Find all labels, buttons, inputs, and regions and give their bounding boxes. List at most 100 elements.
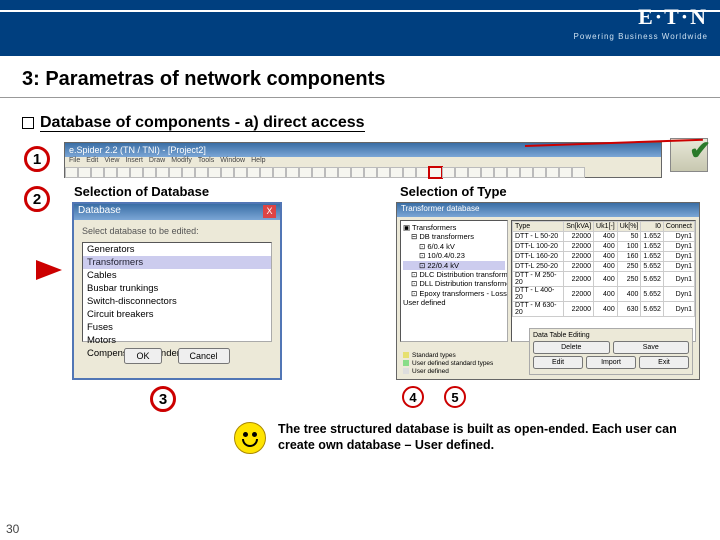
toolbar-icon[interactable] xyxy=(104,167,117,178)
toolbar-icon[interactable] xyxy=(299,167,312,178)
type-grid[interactable]: Type Sn[kVA] Uk1[-] Uk[%] I0 Connect DTT… xyxy=(511,220,696,342)
toolbar-icon[interactable] xyxy=(351,167,364,178)
delete-button[interactable]: Delete xyxy=(533,341,610,354)
toolbar-icon[interactable] xyxy=(455,167,468,178)
toolbar-icon[interactable] xyxy=(247,167,260,178)
save-button[interactable]: Save xyxy=(613,341,690,354)
toolbar-icon[interactable] xyxy=(364,167,377,178)
toolbar-icon[interactable] xyxy=(390,167,403,178)
toolbar-icon[interactable] xyxy=(117,167,130,178)
data-table-editing-panel: Data Table Editing Delete Save Edit Impo… xyxy=(529,328,693,375)
toolbar-icon[interactable] xyxy=(442,167,455,178)
col-header: Connect xyxy=(663,222,694,232)
toolbar-icon[interactable] xyxy=(91,167,104,178)
import-button[interactable]: Import xyxy=(586,356,636,369)
menu-item[interactable]: Draw xyxy=(149,157,165,167)
toolbar-icon[interactable] xyxy=(325,167,338,178)
dialog-titlebar: Database X xyxy=(74,204,280,220)
table-row[interactable]: DTT - M 630-20220004006305.652Dyn1 xyxy=(513,302,695,317)
toolbar-icon[interactable] xyxy=(286,167,299,178)
table-row[interactable]: DTT - M 250-20220004002505.652Dyn1 xyxy=(513,272,695,287)
database-listbox[interactable]: Generators Transformers Cables Busbar tr… xyxy=(82,242,272,342)
menu-item[interactable]: File xyxy=(69,157,80,167)
list-item[interactable]: Circuit breakers xyxy=(83,308,271,321)
table-row[interactable]: DTT - L 50-2022000400501.652Dyn1 xyxy=(513,232,695,242)
toolbar-icon[interactable] xyxy=(546,167,559,178)
exit-button[interactable]: Exit xyxy=(639,356,689,369)
edit-button[interactable]: Edit xyxy=(533,356,583,369)
tree-item[interactable]: User defined xyxy=(403,298,505,307)
menu-item[interactable]: Window xyxy=(220,157,245,167)
list-item[interactable]: Switch-disconnectors xyxy=(83,295,271,308)
database-dialog: Database X Select database to be edited:… xyxy=(72,202,282,380)
toolbar-icon[interactable] xyxy=(260,167,273,178)
toolbar-icon[interactable] xyxy=(130,167,143,178)
legend-item: User defined standard types xyxy=(403,360,493,367)
cancel-button[interactable]: Cancel xyxy=(178,348,230,364)
toolbar-icon[interactable] xyxy=(481,167,494,178)
tree-item[interactable]: ⊡ Epoxy transformers - Losses standard t… xyxy=(403,289,505,298)
toolbar-icon[interactable] xyxy=(533,167,546,178)
app-toolbar-icons xyxy=(65,167,661,179)
menu-item[interactable]: Edit xyxy=(86,157,98,167)
tree-item[interactable]: ⊡ 6/0.4 kV xyxy=(403,242,505,251)
table-row[interactable]: DTT-L 160-20220004001601.652Dyn1 xyxy=(513,252,695,262)
toolbar-icon[interactable] xyxy=(377,167,390,178)
menu-item[interactable]: View xyxy=(104,157,119,167)
toolbar-icon[interactable] xyxy=(273,167,286,178)
toolbar-icon[interactable] xyxy=(468,167,481,178)
toolbar-icon[interactable] xyxy=(507,167,520,178)
list-item[interactable]: Busbar trunkings xyxy=(83,282,271,295)
close-icon[interactable]: X xyxy=(263,205,276,218)
menu-item[interactable]: Tools xyxy=(198,157,214,167)
tree-item[interactable]: ⊡ DLL Distribution transformers 11 Bron … xyxy=(403,279,505,288)
hollow-bullet-icon xyxy=(22,117,34,129)
table-row[interactable]: DTT-L 250-20220004002505.652Dyn1 xyxy=(513,262,695,272)
toolbar-icon[interactable] xyxy=(78,167,91,178)
menu-item[interactable]: Modify xyxy=(171,157,192,167)
database-toolbar-icon[interactable] xyxy=(429,167,442,178)
menu-item[interactable]: Help xyxy=(251,157,265,167)
list-item[interactable]: Fuses xyxy=(83,321,271,334)
legend: Standard types User defined standard typ… xyxy=(403,352,493,375)
toolbar-icon[interactable] xyxy=(572,167,585,178)
toolbar-icon[interactable] xyxy=(403,167,416,178)
tree-item[interactable]: ⊡ DLC Distribution transformers (Czech s… xyxy=(403,270,505,279)
tree-item[interactable]: ⊡ 22/0.4 kV xyxy=(403,261,505,270)
tree-item[interactable]: ▣ Transformers xyxy=(403,223,505,232)
ok-button[interactable]: OK xyxy=(124,348,161,364)
callout-2: 2 xyxy=(24,186,50,212)
table-row[interactable]: DTT-L 100-20220004001001.652Dyn1 xyxy=(513,242,695,252)
menu-item[interactable]: Insert xyxy=(125,157,143,167)
list-item[interactable]: Cables xyxy=(83,269,271,282)
toolbar-icon[interactable] xyxy=(143,167,156,178)
tree-item[interactable]: ⊡ 10/0.4/0.23 xyxy=(403,251,505,260)
dialog-prompt: Select database to be edited: xyxy=(74,220,280,242)
toolbar-icon[interactable] xyxy=(156,167,169,178)
list-item[interactable]: Transformers xyxy=(83,256,271,269)
panel-title: Data Table Editing xyxy=(533,332,689,339)
toolbar-icon[interactable] xyxy=(520,167,533,178)
toolbar-icon[interactable] xyxy=(221,167,234,178)
toolbar-icon[interactable] xyxy=(312,167,325,178)
table-row[interactable]: DTT - L 400-20220004004005.652Dyn1 xyxy=(513,287,695,302)
toolbar-icon[interactable] xyxy=(338,167,351,178)
toolbar-icon[interactable] xyxy=(494,167,507,178)
type-tree[interactable]: ▣ Transformers ⊟ DB transformers ⊡ 6/0.4… xyxy=(400,220,508,342)
content-area: 1 2 3 4 5 4 Selection of Database Select… xyxy=(0,142,720,512)
smiley-icon xyxy=(234,422,266,454)
callout-1: 1 xyxy=(24,146,50,172)
toolbar-icon[interactable] xyxy=(559,167,572,178)
brand-logo: E·T·N xyxy=(638,4,708,30)
toolbar-icon[interactable] xyxy=(182,167,195,178)
callout-4-small: 4 xyxy=(402,386,424,408)
toolbar-icon[interactable] xyxy=(195,167,208,178)
toolbar-icon[interactable] xyxy=(416,167,429,178)
tree-item[interactable]: ⊟ DB transformers xyxy=(403,232,505,241)
toolbar-icon[interactable] xyxy=(169,167,182,178)
list-item[interactable]: Generators xyxy=(83,243,271,256)
toolbar-icon[interactable] xyxy=(208,167,221,178)
toolbar-icon[interactable] xyxy=(234,167,247,178)
legend-item: Standard types xyxy=(403,352,493,359)
toolbar-icon[interactable] xyxy=(65,167,78,178)
